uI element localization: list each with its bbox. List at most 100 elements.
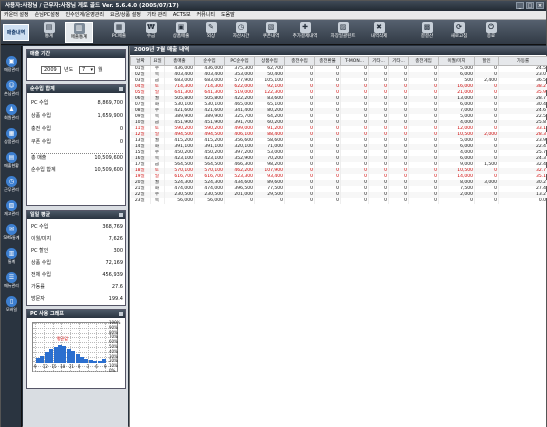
column-header[interactable]: T-MON...: [340, 56, 369, 66]
toolbar-collection-button[interactable]: ₩ 수금: [137, 22, 165, 43]
menu-misc-management[interactable]: 기타 관리: [144, 11, 170, 20]
toolbar-label: 외상: [206, 34, 216, 39]
year-input[interactable]: 2009: [41, 66, 61, 74]
toolbar-credit-button[interactable]: ✎ 외상: [197, 22, 225, 43]
sales-table: 날짜 요일 총매출 순수입 PC순수입 상품수입 충전수입 충전환불 T-MON... 기타...…: [130, 56, 547, 204]
column-header[interactable]: 충전환불: [314, 56, 341, 66]
menu-handover-operations[interactable]: 인수인계/운영관리: [63, 11, 108, 20]
collapse-icon[interactable]: [119, 312, 123, 316]
row-value: 0: [119, 126, 123, 132]
nav-label: 매장관리: [4, 67, 19, 72]
row-value: 300: [113, 248, 123, 254]
nav-item-members[interactable]: ♟ 회원관리: [2, 102, 21, 124]
nav-item-stock[interactable]: ▧ 재고관리: [2, 198, 21, 220]
row-value: 368,769: [102, 224, 123, 230]
table-cell: 0: [368, 198, 389, 204]
column-header[interactable]: 요일: [150, 56, 165, 66]
nav-item-store[interactable]: ▣ 매장관리: [2, 54, 21, 76]
nav-item-mobile[interactable]: ▯ 모바일: [2, 294, 21, 316]
column-header[interactable]: 이월/미지: [438, 56, 475, 66]
graph-bar: [40, 355, 45, 363]
power-icon: ⏻: [485, 22, 497, 33]
table-cell: 0: [314, 198, 341, 204]
graph-hour-label: 12: [42, 364, 48, 369]
graph-percent-label: 0%: [109, 368, 116, 373]
graph-bar: [36, 358, 40, 363]
column-header[interactable]: 할인: [474, 56, 499, 66]
toolbar-batch-button[interactable]: ▨ 자장일괄된트: [327, 22, 359, 43]
graph-bar: [66, 348, 71, 363]
graph-bar: [102, 359, 106, 363]
column-header[interactable]: 가동률: [498, 56, 547, 66]
table-cell: 0: [254, 198, 285, 204]
nav-item-work[interactable]: ◷ 근무관리: [2, 174, 21, 196]
main-content: 2009년 7월 매출 내역 날짜 요일 총매출 순수입 PC순수입 상품수입 충전수입 충전…: [129, 46, 547, 427]
nav-item-sms[interactable]: ✉ SMS통계: [2, 222, 21, 244]
column-header[interactable]: 충전게임: [408, 56, 439, 66]
nav-item-guests[interactable]: ☺ 손님관리: [2, 78, 21, 100]
menu-pricing-product-settings[interactable]: 요금/상품 설정: [107, 11, 144, 20]
toolbar-coupon-button[interactable]: ▧ 쿠폰내역: [257, 22, 285, 43]
toolbar-label: 종료: [486, 34, 496, 39]
daily-average-panel-title: 일일 평균: [27, 211, 125, 219]
month-select[interactable]: 7 ▾: [79, 66, 95, 74]
table-cell: 23일: [130, 198, 151, 204]
toolbar-sales-stats-button[interactable]: ▥ 매출통계: [65, 22, 93, 43]
toolbar-refresh-button[interactable]: ⟳ 새로고침: [445, 22, 473, 43]
month-unit-label: 월: [98, 67, 103, 73]
table-row[interactable]: 23일 목 56,000 56,000 0 0 0 0 0 0 0 0 0 0 0.0: [130, 198, 547, 204]
toolbar-pc-sales-button[interactable]: ▦ PC매출: [105, 22, 133, 43]
nav-item-sales[interactable]: ▤ 매출현황: [2, 150, 21, 172]
minimize-button[interactable]: _: [516, 2, 524, 9]
graph-bar: [44, 351, 49, 363]
table-cell: 0: [284, 198, 315, 204]
toolbar-asset-time-button[interactable]: ◷ 자산시간: [227, 22, 255, 43]
menu-counter-settings[interactable]: 카운터 설정: [1, 11, 32, 20]
menu-guest-pc-settings[interactable]: 손님PC설정: [32, 11, 63, 20]
row-value: 10,509,600: [94, 155, 123, 161]
maximize-button[interactable]: □: [526, 2, 534, 9]
nav-item-stats[interactable]: ▥ 통계: [2, 246, 21, 268]
column-header[interactable]: 순수입: [194, 56, 225, 66]
toolbar-stats-button[interactable]: ▤ 통계: [35, 22, 63, 43]
row-label: 전체 수입: [31, 272, 51, 278]
toolbar-exit-button[interactable]: ⏻ 종료: [477, 22, 505, 43]
row-label: 충전 수입: [31, 126, 51, 132]
graph-hour-label: 9: [34, 364, 37, 369]
column-header[interactable]: 기타...: [388, 56, 409, 66]
menu-community[interactable]: 커뮤니티: [194, 11, 218, 20]
title-bar[interactable]: 사용자:사장님 / 근무자:사장님 게토 골드 Ver. 5.6.4.0 (20…: [1, 1, 546, 11]
nav-item-products[interactable]: ▦ 상품관리: [2, 126, 21, 148]
table-cell: 0: [340, 198, 369, 204]
toolbar-product-sales-button[interactable]: ▣ 상품매출: [167, 22, 195, 43]
menu-acts[interactable]: ACTS보: [170, 11, 194, 20]
graph-bar: [97, 360, 102, 363]
close-button[interactable]: ×: [536, 2, 544, 9]
column-header[interactable]: PC순수입: [224, 56, 255, 66]
nav-item-menu[interactable]: ☰ 메뉴관리: [2, 270, 21, 292]
totals-row: 상품 수입 1,659,900: [31, 112, 123, 121]
column-header[interactable]: 기타...: [368, 56, 389, 66]
menu-help[interactable]: 도움말: [218, 11, 238, 20]
sales-history-home-button[interactable]: 매출내역: [3, 24, 29, 41]
collapse-icon[interactable]: [119, 213, 123, 217]
nav-label: 모바일: [5, 307, 18, 312]
column-header[interactable]: 충전수입: [284, 56, 315, 66]
column-header[interactable]: 총매출: [164, 56, 195, 66]
table-cell: 0: [408, 198, 439, 204]
toolbar-settlement-button[interactable]: ▩ 결결산: [413, 22, 441, 43]
column-header[interactable]: 상품수입: [254, 56, 285, 66]
toolbar-extra-payment-button[interactable]: ✚ 추가결제내역: [289, 22, 321, 43]
sales-table-container[interactable]: 날짜 요일 총매출 순수입 PC순수입 상품수입 충전수입 충전환불 T-MON... 기타...…: [130, 56, 547, 426]
menu-bar: 카운터 설정 손님PC설정 인수인계/운영관리 요금/상품 설정 기타 관리 ACTS보 커…: [1, 11, 546, 20]
toolbar-label: 쿠폰내역: [262, 34, 280, 39]
toolbar-delete-history-button[interactable]: ✖ 내역삭제: [365, 22, 393, 43]
row-value: 456,939: [102, 272, 123, 278]
toolbar-label: 자산시간: [232, 34, 250, 39]
column-header[interactable]: 날짜: [130, 56, 151, 66]
collapse-icon[interactable]: [119, 87, 123, 91]
clock-icon: ◷: [235, 22, 247, 33]
net-income-panel-title: 순수입 합계: [27, 85, 125, 93]
nav-label: 상품관리: [4, 139, 19, 144]
graph-bar: [80, 357, 84, 363]
